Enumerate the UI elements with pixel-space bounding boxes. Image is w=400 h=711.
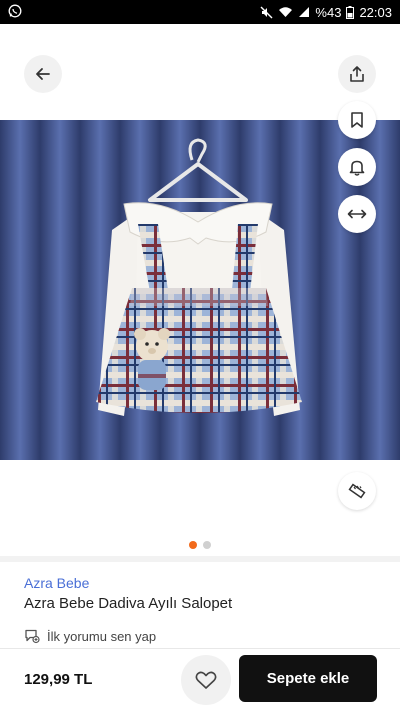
size-guide-button[interactable] (338, 472, 376, 510)
arrow-left-icon (34, 65, 52, 83)
purchase-bar: 129,99 TL Sepete ekle (0, 648, 400, 711)
notify-button[interactable] (338, 148, 376, 186)
product-title: Azra Bebe Dadiva Ayılı Salopet (24, 595, 233, 612)
mute-icon (260, 6, 273, 19)
heart-icon (195, 670, 217, 690)
clock: 22:03 (359, 4, 392, 20)
wifi-icon (278, 6, 293, 18)
review-prompt[interactable]: İlk yorumu sen yap (24, 628, 156, 644)
whatsapp-icon (8, 4, 22, 21)
review-prompt-label: İlk yorumu sen yap (47, 628, 157, 644)
favorite-button[interactable] (181, 655, 231, 705)
compare-arrows-icon (346, 206, 368, 222)
pagination-dot[interactable] (203, 541, 211, 549)
pagination-dot-active[interactable] (189, 541, 197, 549)
compare-button[interactable] (338, 195, 376, 233)
section-divider (0, 556, 400, 562)
battery-icon (346, 5, 355, 19)
image-pagination (0, 541, 400, 549)
price: 129,99 TL (24, 671, 93, 688)
bookmark-button[interactable] (338, 101, 376, 139)
signal-icon (298, 6, 310, 18)
bookmark-icon (349, 111, 365, 129)
brand-link[interactable]: Azra Bebe (24, 575, 89, 591)
back-button[interactable] (24, 55, 62, 93)
share-icon (348, 65, 366, 83)
add-to-cart-button[interactable]: Sepete ekle (239, 655, 377, 702)
comment-add-icon (24, 628, 40, 644)
ruler-icon (348, 482, 366, 500)
battery-percent: %43 (315, 4, 342, 20)
share-button[interactable] (338, 55, 376, 93)
status-bar: %43 22:03 (0, 0, 400, 24)
bell-icon (348, 158, 366, 176)
